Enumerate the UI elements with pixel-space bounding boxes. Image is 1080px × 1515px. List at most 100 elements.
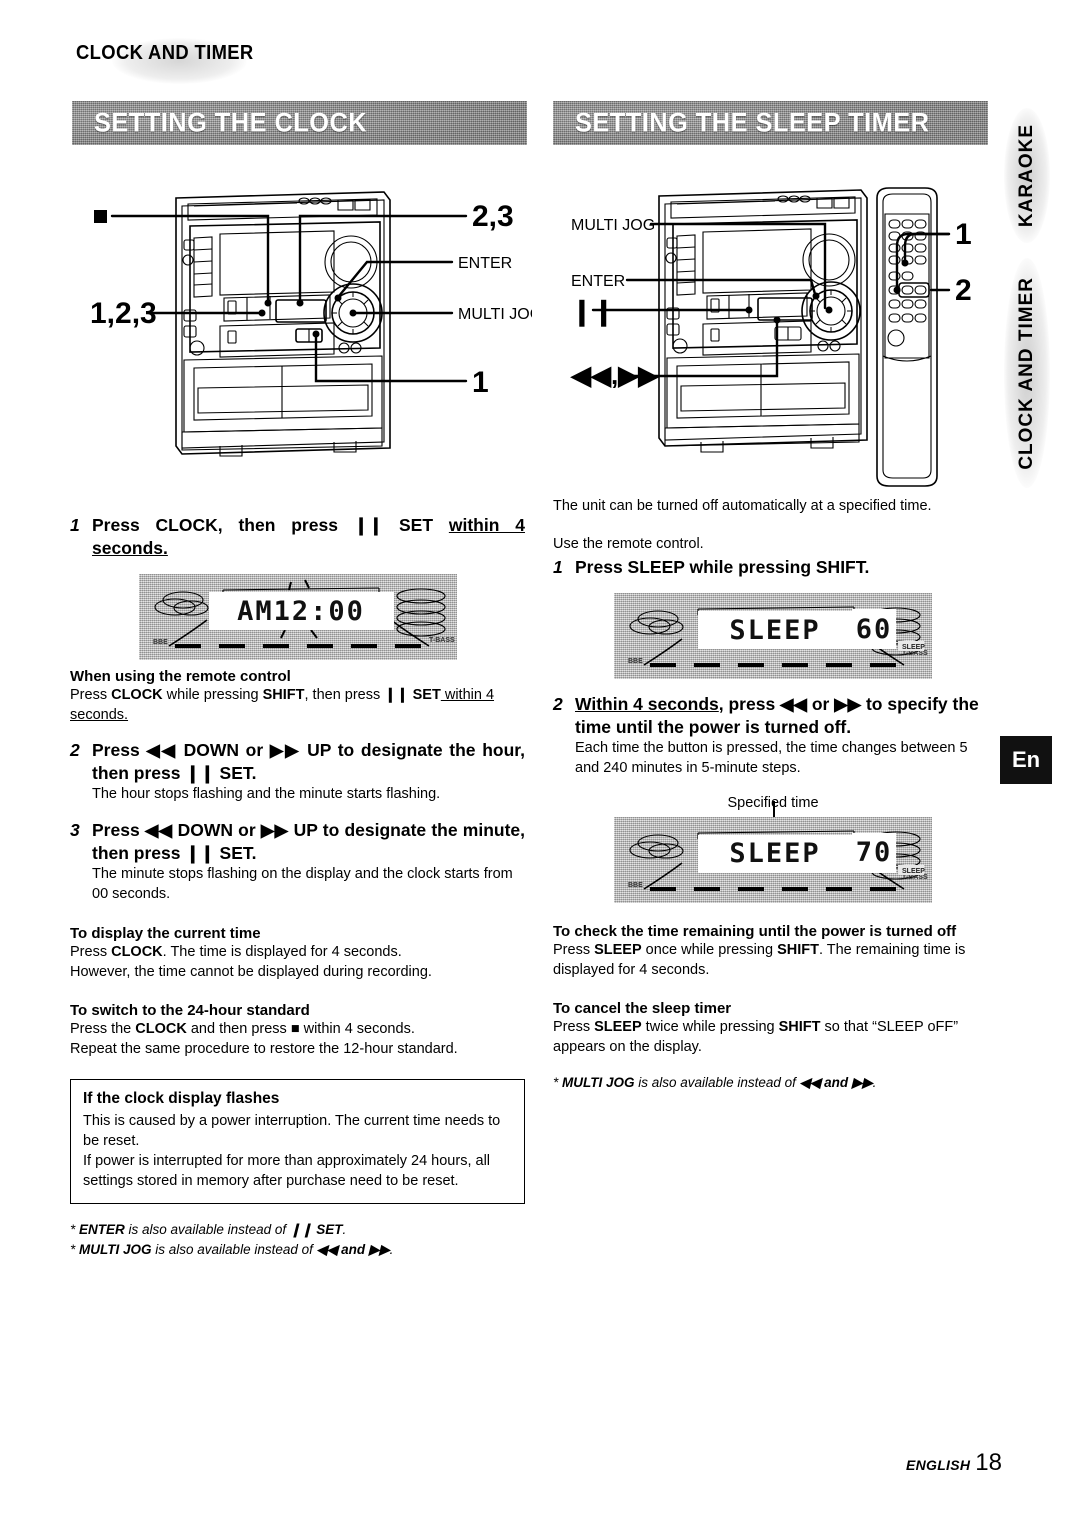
note-title: If the clock display flashes <box>83 1089 280 1107</box>
text: . <box>872 1074 877 1090</box>
clock-display-figure-1: BBE T-BASS AM12:00 <box>70 574 525 661</box>
footer-language: ENGLISH <box>905 1457 971 1473</box>
lcd-panel: BBE T-BASS SLEEP SLEEP 70 <box>614 816 932 903</box>
shift-button-name: SHIFT <box>262 687 305 704</box>
step-text: SET <box>383 515 449 535</box>
stereo-unit-illustration <box>175 191 391 457</box>
sleep-stereo-diagram: MULTI JOG ENTER ❙❙ ◀◀,▶▶ 1 2 <box>553 180 1003 500</box>
footnote-bold: MULTI JOG <box>79 1241 152 1257</box>
side-tab-karaoke: KARAOKE <box>1000 108 1054 243</box>
step-number: 2 <box>553 694 563 715</box>
note-paragraph-2: If power is interrupted for more than ap… <box>83 1152 491 1189</box>
footnote-item: * ENTER is also available instead of ❙❙ … <box>70 1221 347 1237</box>
clock-button-name: CLOCK <box>135 1020 187 1037</box>
callout-label-pause: ❙❙ <box>571 296 615 327</box>
text: Press <box>553 1018 595 1035</box>
footnote-bold: MULTI JOG <box>562 1074 635 1090</box>
step-text: Press CLOCK, then press <box>92 515 354 535</box>
step-number: 3 <box>70 820 80 841</box>
step-heading: Within 4 seconds, press ◀◀ or ▶▶ to spec… <box>575 693 993 739</box>
note-paragraph-1: This is caused by a power interruption. … <box>83 1112 501 1149</box>
section-banner-sleep-label: SETTING THE SLEEP TIMER <box>575 107 930 138</box>
sleep-display-figure-1: BBE T-BASS SLEEP SLEEP 60 <box>553 593 993 680</box>
step-number: 1 <box>70 515 80 535</box>
set-button-name: ❙❙ SET <box>384 687 441 704</box>
page-title: CLOCK AND TIMER <box>76 42 254 64</box>
step-text-underlined: Within 4 seconds <box>575 694 719 715</box>
text: twice while pressing <box>641 1018 779 1035</box>
display-time-heading: To display the current time <box>70 924 261 942</box>
footnote-bold: ❙❙ SET <box>289 1221 343 1237</box>
text: . <box>342 1221 347 1237</box>
svg-text:SLEEP: SLEEP <box>902 868 925 875</box>
callout-leaders <box>110 214 468 383</box>
text: and then press ■ within 4 seconds. <box>186 1020 415 1037</box>
text: . The time is displayed for 4 seconds. <box>162 943 402 960</box>
lcd-panel: BBE T-BASS AM12:00 <box>138 574 457 661</box>
callout-label-123: 1,2,3 <box>90 297 157 330</box>
stereo-unit-illustration <box>658 189 868 453</box>
switch-24h-heading: To switch to the 24-hour standard <box>70 1001 310 1019</box>
section-banner-sleep: SETTING THE SLEEP TIMER <box>553 101 988 145</box>
stop-square-icon <box>94 210 107 223</box>
step-heading: Press SLEEP while pressing SHIFT. <box>575 557 870 577</box>
lcd-readout-label: SLEEP <box>698 611 852 650</box>
text: once while pressing <box>641 941 778 958</box>
text: Press <box>70 687 112 704</box>
clock-step-3: 3 Press ◀◀ DOWN or ▶▶ UP to designate th… <box>70 819 525 865</box>
display-time-body: Press CLOCK. The time is displayed for 4… <box>70 942 525 982</box>
section-banner-clock-label: SETTING THE CLOCK <box>94 107 368 138</box>
clock-button-name: CLOCK <box>111 943 163 960</box>
lcd-readout-value: 70 <box>852 832 896 873</box>
remote-instruction: Press CLOCK while pressing SHIFT, then p… <box>70 685 525 725</box>
sleep-button-name: SLEEP <box>594 941 642 958</box>
remote-control-illustration <box>876 187 938 487</box>
text: Repeat the same procedure to restore the… <box>70 1040 458 1057</box>
text: is also available instead of <box>124 1221 290 1237</box>
callout-label-multi-jog: MULTI JOG <box>458 306 532 323</box>
callout-label-multi-jog: MULTI JOG <box>571 217 655 234</box>
use-remote-line: Use the remote control. <box>553 536 704 552</box>
cancel-sleep-body: Press SLEEP twice while pressing SHIFT s… <box>553 1017 993 1057</box>
check-remaining-heading: To check the time remaining until the po… <box>553 922 957 940</box>
side-tab-clock-and-timer: CLOCK AND TIMER <box>1000 258 1054 488</box>
svg-text:BBE: BBE <box>628 882 643 889</box>
svg-text:BBE: BBE <box>153 639 168 646</box>
step-heading: Press CLOCK, then press ❙❙ SET within 4 … <box>92 514 525 560</box>
text: while pressing <box>162 687 263 704</box>
pause-icon: ❙❙ <box>353 515 384 535</box>
check-remaining-body: Press SLEEP once while pressing SHIFT. T… <box>553 940 993 980</box>
section-banner-clock: SETTING THE CLOCK <box>72 101 527 145</box>
text: Press the <box>70 1020 136 1037</box>
page-footer: ENGLISH 18 <box>906 1449 1002 1477</box>
footnote-bold: ◀◀ and ▶▶ <box>799 1074 873 1090</box>
callout-label-remote-2: 2 <box>955 274 972 307</box>
text: However, the time cannot be displayed du… <box>70 963 432 980</box>
cancel-sleep-heading: To cancel the sleep timer <box>553 999 732 1017</box>
svg-text:T-BASS: T-BASS <box>902 650 928 657</box>
footnote-item: * MULTI JOG is also available instead of… <box>553 1074 877 1090</box>
footnote-bold: ◀◀ and ▶▶ <box>316 1241 390 1257</box>
switch-24h-body: Press the CLOCK and then press ■ within … <box>70 1019 525 1059</box>
sleep-step-2-body: Each time the button is pressed, the tim… <box>575 740 968 776</box>
callout-label-enter: ENTER <box>458 255 512 272</box>
svg-text:T-BASS: T-BASS <box>902 874 928 881</box>
clock-step-1: 1 Press CLOCK, then press ❙❙ SET within … <box>70 514 525 560</box>
step-number: 1 <box>553 557 563 577</box>
sleep-step-2: 2 Within 4 seconds, press ◀◀ or ▶▶ to sp… <box>553 693 993 739</box>
lcd-panel: BBE T-BASS SLEEP SLEEP 60 <box>614 593 932 680</box>
callout-label-remote-1: 1 <box>955 218 972 251</box>
footnote-bold: ENTER <box>79 1221 125 1237</box>
text: Press <box>70 943 112 960</box>
clock-step-2-body: The hour stops flashing and the minute s… <box>92 786 441 803</box>
footer-page-number: 18 <box>975 1449 1002 1476</box>
manual-page: CLOCK AND TIMER SETTING THE CLOCK SETTIN… <box>0 0 1080 1515</box>
clock-stereo-diagram: 1,2,3 2,3 ENTER MULTI JOG 1 <box>72 170 532 490</box>
side-tab-clock-and-timer-label: CLOCK AND TIMER <box>1016 276 1037 470</box>
clock-step-3-body: The minute stops flashing on the display… <box>92 866 513 902</box>
text: is also available instead of <box>151 1241 317 1257</box>
clock-flash-note-box: If the clock display flashes This is cau… <box>70 1078 525 1204</box>
clock-button-name: CLOCK <box>111 687 163 704</box>
clock-instructions-column: 1 Press CLOCK, then press ❙❙ SET within … <box>70 500 525 1260</box>
clock-footnotes: * ENTER is also available instead of ❙❙ … <box>70 1220 525 1261</box>
